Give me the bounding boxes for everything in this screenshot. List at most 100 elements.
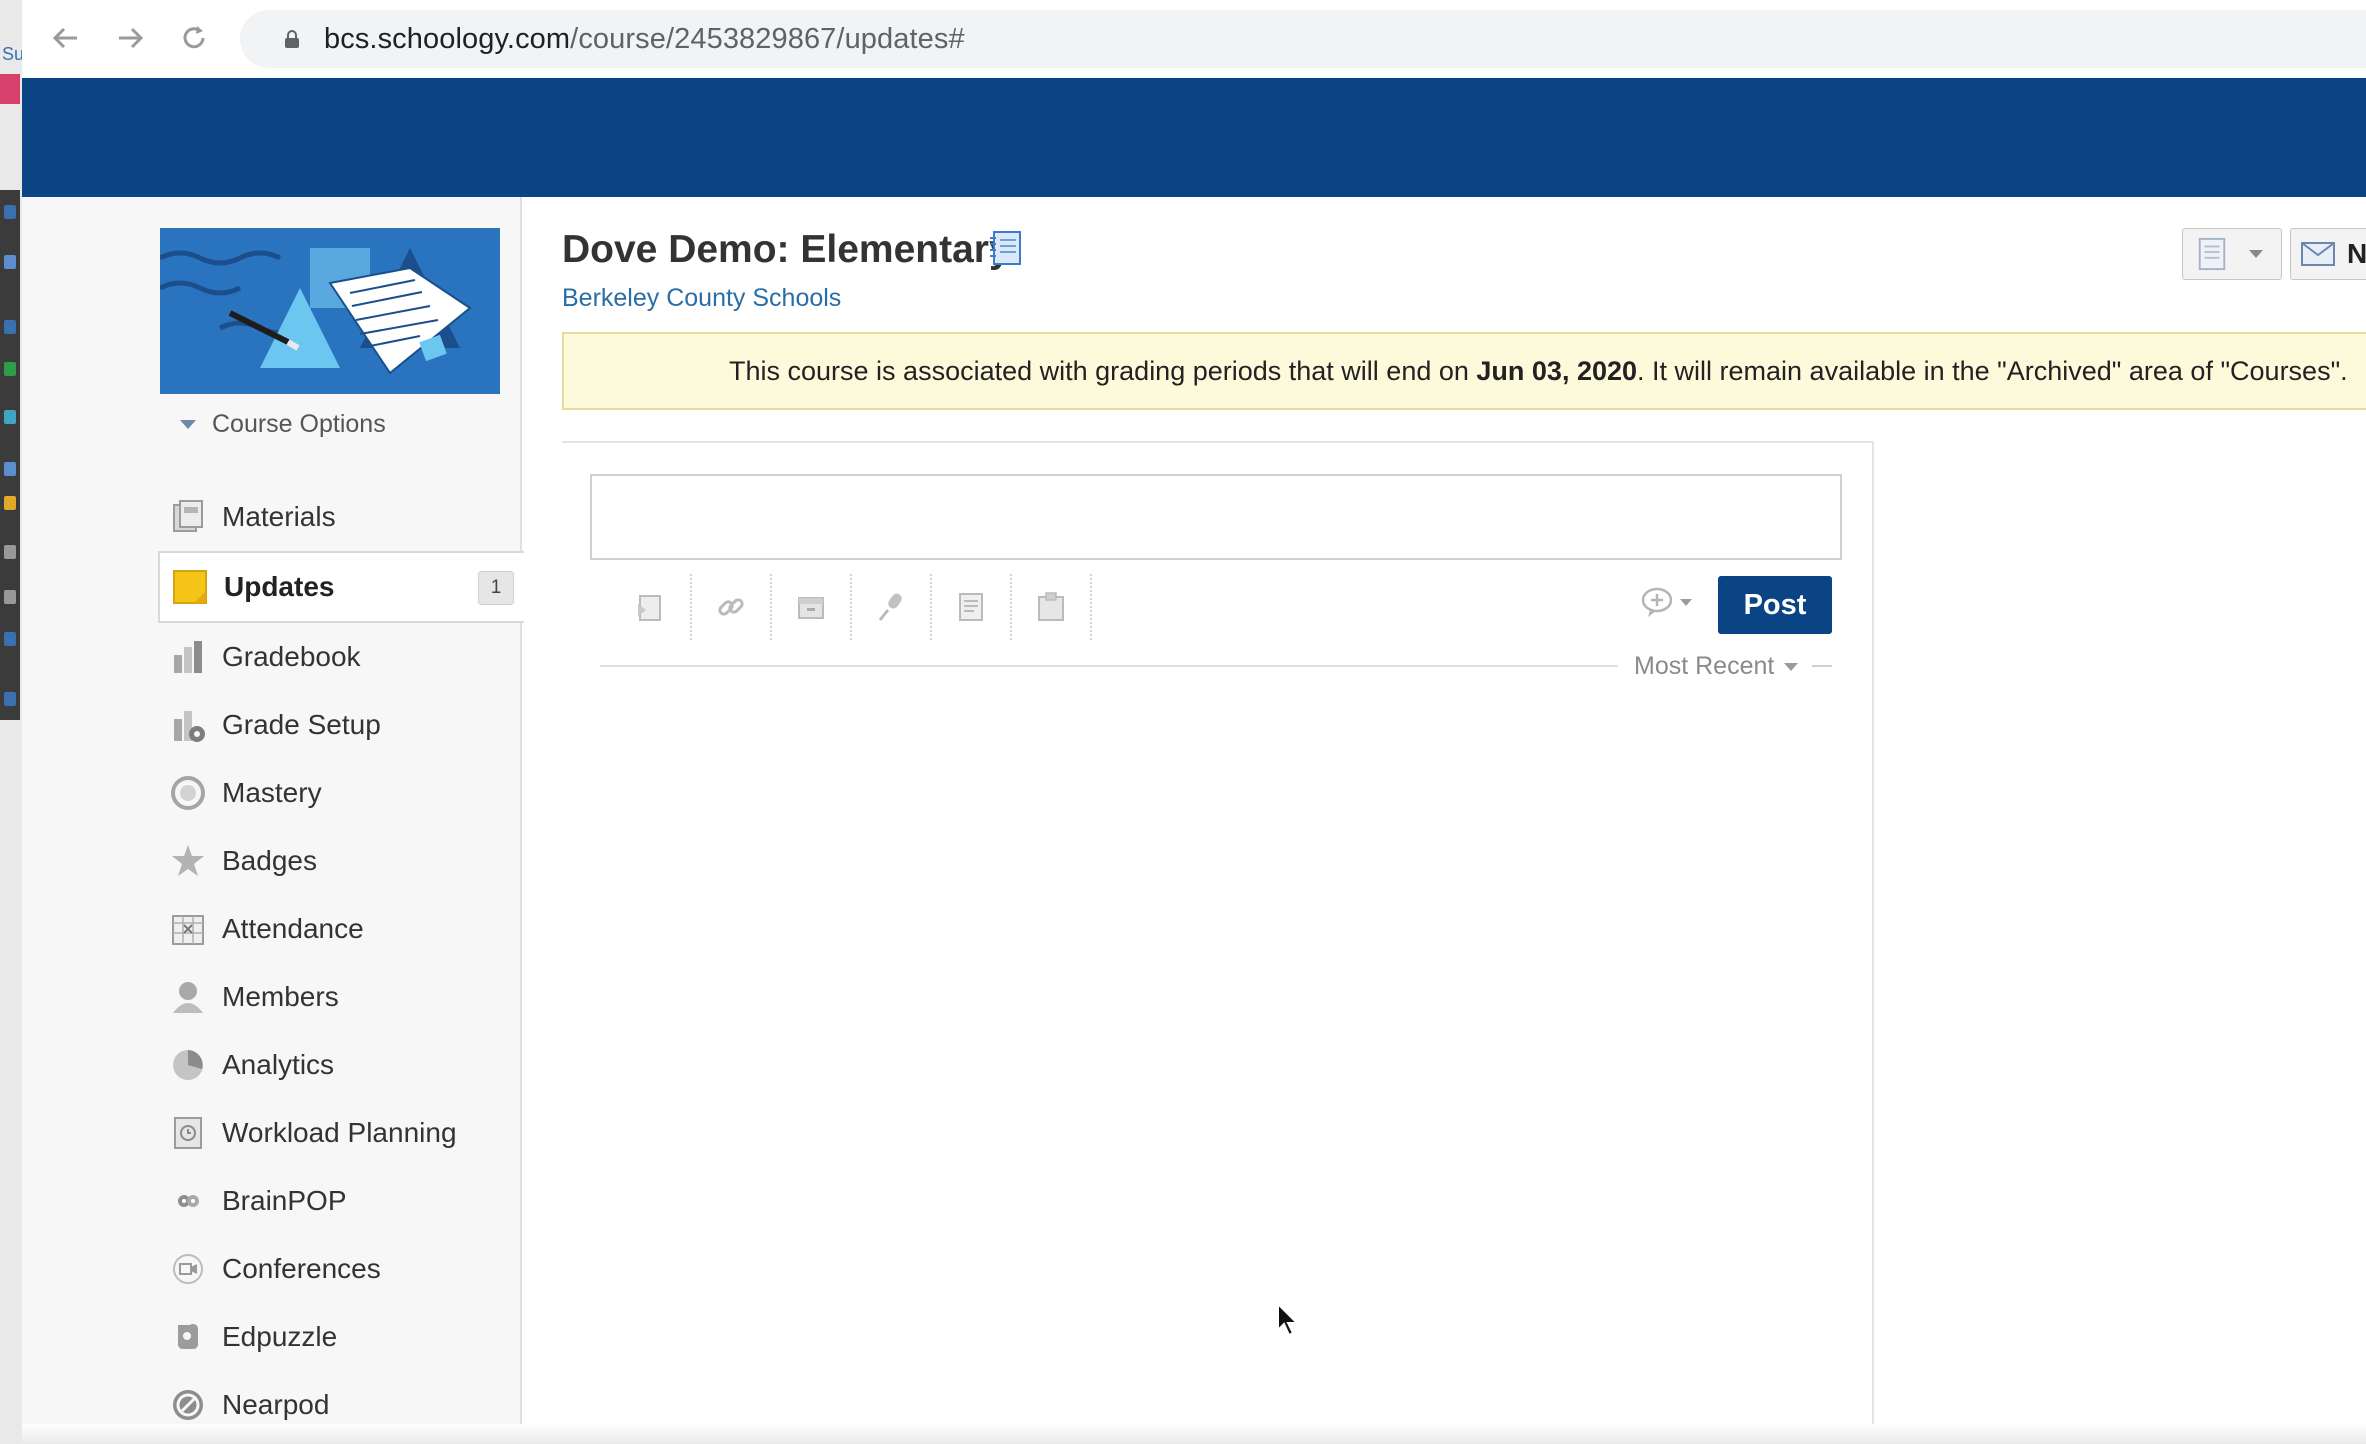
school-link[interactable]: Berkeley County Schools — [562, 284, 841, 313]
message-button-label: N — [2347, 238, 2366, 269]
attach-resource-button[interactable] — [772, 574, 852, 640]
nav-label: Badges — [222, 845, 317, 876]
attach-link-button[interactable] — [692, 574, 772, 640]
nav-item-members[interactable]: Members — [22, 963, 520, 1031]
microphone-icon — [878, 593, 902, 621]
analytics-icon — [173, 1050, 203, 1080]
nav-label: Nearpod — [222, 1389, 330, 1420]
mouse-cursor-icon — [1277, 1302, 1300, 1337]
url-path: /course/2453829867/updates# — [570, 23, 965, 55]
notebook-icon — [2198, 237, 2226, 271]
os-app-icon[interactable] — [4, 692, 16, 706]
document-icon — [959, 593, 983, 621]
nav-item-materials[interactable]: Materials — [22, 483, 520, 551]
url-host: bcs.schoology.com — [324, 23, 571, 55]
nav-item-brainpop[interactable]: BrainPOP — [22, 1167, 520, 1235]
nav-label: Members — [222, 981, 339, 1012]
course-options-toggle[interactable]: Course Options — [180, 410, 386, 439]
reload-button[interactable] — [174, 18, 214, 58]
workload-planning-icon — [174, 1117, 202, 1149]
arrow-right-icon — [119, 27, 144, 49]
nav-label: Mastery — [222, 777, 322, 808]
nav-item-grade-setup[interactable]: Grade Setup — [22, 691, 520, 759]
post-button[interactable]: Post — [1718, 576, 1832, 634]
nav-item-edpuzzle[interactable]: Edpuzzle — [22, 1303, 520, 1371]
os-app-icon[interactable] — [4, 496, 16, 510]
course-options-label: Course Options — [212, 410, 386, 438]
forward-button[interactable] — [110, 18, 150, 58]
attach-file-button[interactable] — [612, 574, 692, 640]
sort-dropdown[interactable]: Most Recent — [1634, 652, 1799, 681]
os-strip-label: Su — [2, 44, 25, 64]
add-comment-icon — [1641, 587, 1673, 617]
caret-down-icon — [1680, 598, 1692, 606]
os-app-marker — [0, 74, 20, 104]
url-text: bcs.schoology.com/course/2453829867/upda… — [324, 23, 965, 56]
nav-item-attendance[interactable]: Attendance — [22, 895, 520, 963]
badges-icon — [172, 845, 204, 876]
course-image-art — [160, 228, 500, 394]
site-header — [22, 78, 2366, 197]
bottom-edge — [22, 1424, 2366, 1444]
lock-icon — [285, 30, 299, 48]
caret-down-icon — [1784, 662, 1799, 671]
gradebook-icon — [174, 641, 202, 673]
os-app-icon[interactable] — [4, 462, 16, 476]
post-toolbar — [612, 574, 1092, 640]
message-button[interactable]: N — [2290, 228, 2366, 280]
nav-label: Attendance — [222, 913, 364, 944]
update-text-input[interactable] — [590, 474, 1842, 560]
updates-count-badge: 1 — [478, 571, 514, 605]
content-divider — [562, 441, 1872, 443]
nav-label: Gradebook — [222, 641, 361, 672]
nearpod-icon — [173, 1390, 203, 1420]
os-app-icon[interactable] — [4, 255, 16, 269]
nav-item-analytics[interactable]: Analytics — [22, 1031, 520, 1099]
reload-icon — [183, 26, 205, 49]
nav-label: Updates — [224, 571, 335, 602]
feed-divider — [600, 665, 1618, 667]
os-app-icon[interactable] — [4, 590, 16, 604]
edpuzzle-icon — [177, 1324, 199, 1349]
course-menu-dropdown[interactable] — [2182, 228, 2282, 280]
os-app-icon[interactable] — [4, 410, 16, 424]
sort-label: Most Recent — [1634, 652, 1775, 680]
nav-item-mastery[interactable]: Mastery — [22, 759, 520, 827]
address-bar[interactable]: bcs.schoology.com/course/2453829867/upda… — [240, 10, 2366, 68]
feed-divider-end — [1812, 665, 1832, 667]
updates-icon — [173, 570, 207, 604]
caret-down-icon — [180, 420, 196, 429]
nav-item-updates[interactable]: Updates 1 — [158, 551, 524, 623]
post-options-dropdown[interactable] — [1640, 584, 1698, 620]
record-audio-button[interactable] — [852, 574, 932, 640]
notice-text-before: This course is associated with grading p… — [729, 356, 1477, 386]
course-profile-image[interactable] — [160, 228, 500, 394]
attach-document-button[interactable] — [932, 574, 1012, 640]
nav-label: Workload Planning — [222, 1117, 457, 1148]
right-column-divider — [1872, 441, 1874, 1444]
nav-item-badges[interactable]: Badges — [22, 827, 520, 895]
attach-clipboard-button[interactable] — [1012, 574, 1092, 640]
os-app-icon[interactable] — [4, 362, 16, 376]
caret-down-icon — [2249, 250, 2263, 258]
nav-label: Conferences — [222, 1253, 381, 1284]
os-app-icon[interactable] — [4, 632, 16, 646]
os-app-icon[interactable] — [4, 545, 16, 559]
nav-label: BrainPOP — [222, 1185, 347, 1216]
archive-notice: This course is associated with grading p… — [562, 332, 2366, 410]
nav-item-workload-planning[interactable]: Workload Planning — [22, 1099, 520, 1167]
nav-item-gradebook[interactable]: Gradebook — [22, 623, 520, 691]
os-app-icon[interactable] — [4, 205, 16, 219]
back-button[interactable] — [46, 18, 86, 58]
arrow-left-icon — [52, 27, 77, 49]
resource-box-icon — [798, 597, 824, 619]
page-title: Dove Demo: Elementary — [562, 228, 1011, 271]
browser-toolbar: bcs.schoology.com/course/2453829867/upda… — [22, 0, 2366, 79]
brainpop-icon — [178, 1195, 199, 1207]
os-app-icon[interactable] — [4, 320, 16, 334]
materials-icon — [173, 500, 203, 532]
notice-text: This course is associated with grading p… — [729, 356, 2348, 387]
course-nav-list: Materials Updates 1 Gradebook Grade Setu… — [22, 483, 524, 1439]
nav-item-conferences[interactable]: Conferences — [22, 1235, 520, 1303]
course-notebook-icon[interactable] — [988, 230, 1024, 266]
